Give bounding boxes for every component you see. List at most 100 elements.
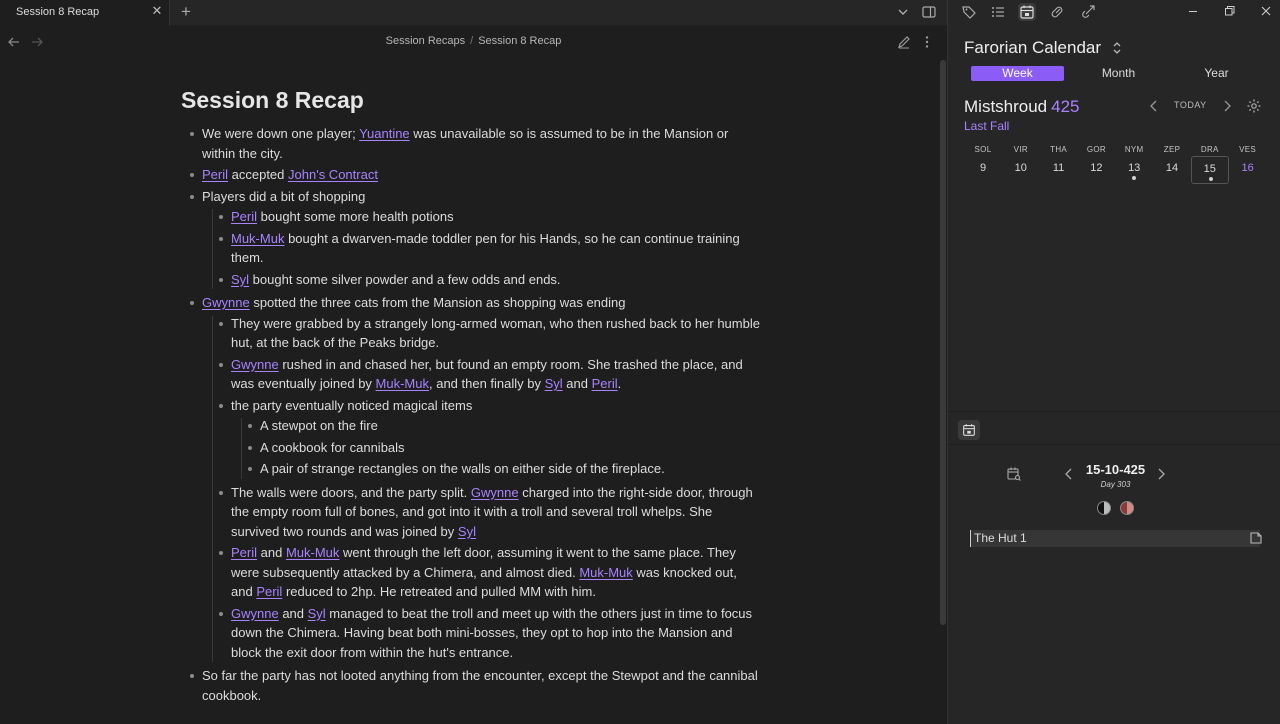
calendar-day[interactable]: 16 <box>1229 156 1267 184</box>
internal-link[interactable]: Syl <box>545 376 563 391</box>
previous-week-icon[interactable] <box>1147 99 1161 113</box>
close-tab-icon[interactable]: ✕ <box>150 4 164 18</box>
breadcrumb-folder[interactable]: Session Recaps <box>386 35 466 47</box>
calendar-title[interactable]: Farorian Calendar <box>964 38 1101 58</box>
note-content: Session 8 Recap We were down one player;… <box>181 84 761 707</box>
calendar-day-number: 13 <box>1128 162 1141 174</box>
tab-session-8-recap[interactable]: Session 8 Recap ✕ <box>0 0 170 26</box>
close-window-icon[interactable] <box>1258 3 1274 19</box>
list-item: They were grabbed by a strangely long-ar… <box>219 314 761 355</box>
view-week-button[interactable]: Week <box>971 66 1064 81</box>
calendar-day-number: 16 <box>1241 162 1254 174</box>
list-item: The walls were doors, and the party spli… <box>219 483 761 544</box>
link-icon[interactable] <box>1048 3 1066 21</box>
weekday-header: VES <box>1239 145 1257 154</box>
scrollbar[interactable] <box>940 60 946 625</box>
internal-link[interactable]: Peril <box>592 376 618 391</box>
internal-link[interactable]: Yuantine <box>359 126 410 141</box>
calendar-icon[interactable] <box>958 420 980 440</box>
note-icon[interactable] <box>1249 531 1263 545</box>
calendar-day[interactable]: 14 <box>1153 156 1191 184</box>
list-text: the party eventually noticed magical ite… <box>231 397 473 413</box>
calendar-day[interactable]: 11 <box>1040 156 1078 184</box>
breadcrumb-separator: / <box>470 35 474 47</box>
bullet-list: They were grabbed by a strangely long-ar… <box>202 314 761 665</box>
moon-new-icon <box>1097 501 1111 515</box>
weekday-header: THA <box>1050 145 1068 154</box>
day-date: 15-10-425 <box>1085 462 1146 477</box>
more-options-icon[interactable] <box>919 34 935 50</box>
calendar-icon[interactable] <box>1018 3 1036 21</box>
chevron-down-icon[interactable] <box>895 4 911 20</box>
tags-icon[interactable] <box>960 3 978 21</box>
gear-icon[interactable] <box>1246 98 1262 114</box>
internal-link[interactable]: Syl <box>458 524 476 539</box>
internal-link[interactable]: Syl <box>308 606 326 621</box>
list-text: The walls were doors, and the party spli… <box>231 484 471 500</box>
internal-link[interactable]: Peril <box>231 209 257 224</box>
year-label: 425 <box>1051 97 1080 116</box>
list-icon[interactable] <box>989 3 1007 21</box>
internal-link[interactable]: Gwynne <box>231 357 279 372</box>
divider <box>948 411 1280 412</box>
calendar-day-number: 15 <box>1203 163 1216 175</box>
internal-link[interactable]: Peril <box>256 584 282 599</box>
outgoing-link-icon[interactable] <box>1079 3 1097 21</box>
divider <box>948 444 1280 445</box>
internal-link[interactable]: Syl <box>231 272 249 287</box>
breadcrumb: Session Recaps / Session 8 Recap <box>0 35 947 47</box>
list-item: Gwynne spotted the three cats from the M… <box>190 293 761 666</box>
tab-title: Session 8 Recap <box>16 6 100 18</box>
next-week-icon[interactable] <box>1220 99 1234 113</box>
list-item: A cookbook for cannibals <box>248 438 761 460</box>
month-name: Mistshroud <box>964 97 1048 116</box>
next-day-icon[interactable] <box>1154 467 1168 481</box>
event-dot <box>1132 176 1137 180</box>
minimize-icon[interactable] <box>1185 3 1201 19</box>
calendar-switch-icon[interactable] <box>1111 40 1123 56</box>
breadcrumb-note[interactable]: Session 8 Recap <box>478 35 561 47</box>
calendar-day[interactable]: 13 <box>1115 156 1153 184</box>
view-year-button[interactable]: Year <box>1170 66 1263 81</box>
new-tab-icon[interactable]: + <box>177 2 195 22</box>
list-item: A pair of strange rectangles on the wall… <box>248 459 761 481</box>
internal-link[interactable]: Gwynne <box>231 606 279 621</box>
maximize-icon[interactable] <box>1221 3 1237 19</box>
internal-link[interactable]: Peril <box>231 545 257 560</box>
event-item[interactable]: The Hut 1 <box>970 530 1260 547</box>
internal-link[interactable]: Muk-Muk <box>376 376 429 391</box>
list-text: spotted the three cats from the Mansion … <box>249 295 626 310</box>
list-item: We were down one player; Yuantine was un… <box>190 124 761 165</box>
season-label: Last Fall <box>964 119 1010 133</box>
internal-link[interactable]: Peril <box>202 167 228 182</box>
today-button[interactable]: TODAY <box>1174 100 1207 110</box>
calendar-day[interactable]: 15 <box>1190 156 1229 184</box>
calendar-search-icon[interactable] <box>1006 466 1022 482</box>
internal-link[interactable]: Muk-Muk <box>286 545 339 560</box>
edit-icon[interactable] <box>896 34 912 50</box>
sidebar-tab-bar <box>948 0 1280 24</box>
calendar-day[interactable]: 9 <box>964 156 1002 184</box>
weekday-header: ZEP <box>1163 145 1181 154</box>
internal-link[interactable]: Gwynne <box>202 295 250 310</box>
calendar-day-number: 12 <box>1090 162 1103 174</box>
list-item: Players did a bit of shopping Peril boug… <box>190 187 761 294</box>
internal-link[interactable]: Muk-Muk <box>579 565 632 580</box>
calendar-day[interactable]: 10 <box>1002 156 1040 184</box>
list-text: and <box>562 376 592 391</box>
list-item: Syl bought some silver powder and a few … <box>219 270 761 292</box>
weekday-header: VIR <box>1013 145 1028 154</box>
internal-link[interactable]: Gwynne <box>471 485 519 500</box>
list-item: Peril bought some more health potions <box>219 207 761 229</box>
weekday-header: SOL <box>974 145 992 154</box>
sidebar-toggle-icon[interactable] <box>921 4 937 20</box>
weekday-header: DRA <box>1200 145 1219 154</box>
list-item: Gwynne and Syl managed to beat the troll… <box>219 604 761 665</box>
calendar-day[interactable]: 12 <box>1077 156 1115 184</box>
bullet-list: Peril bought some more health potions Mu… <box>202 207 761 291</box>
view-month-button[interactable]: Month <box>1072 66 1165 81</box>
internal-link[interactable]: Muk-Muk <box>231 231 284 246</box>
calendar-day-number: 11 <box>1052 162 1065 174</box>
list-item: the party eventually noticed magical ite… <box>219 396 761 483</box>
internal-link[interactable]: John's Contract <box>288 167 378 182</box>
